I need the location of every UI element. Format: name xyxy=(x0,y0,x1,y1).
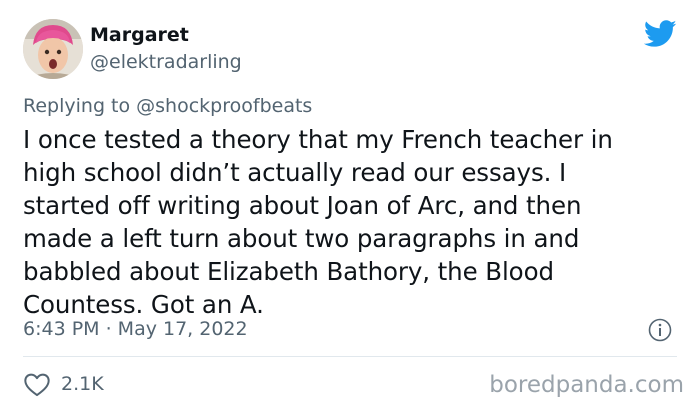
like-button[interactable]: 2.1K xyxy=(23,371,104,397)
author-name[interactable]: Margaret xyxy=(90,24,189,46)
tweet-text-line: I once tested a theory that my French te… xyxy=(23,125,613,154)
tweet-timestamp[interactable]: 6:43 PM · May 17, 2022 xyxy=(23,318,248,340)
avatar[interactable] xyxy=(23,19,83,79)
tweet-text-line: started off writing about Joan of Arc, a… xyxy=(23,191,582,220)
tweet-text-line: babbled about Elizabeth Bathory, the Blo… xyxy=(23,257,554,286)
tweet-text: I once tested a theory that my French te… xyxy=(23,123,673,321)
reply-context: Replying to @shockproofbeats xyxy=(23,95,312,117)
divider xyxy=(23,356,677,357)
like-count: 2.1K xyxy=(61,373,104,395)
twitter-bird-icon[interactable] xyxy=(644,20,677,48)
tweet-text-line: high school didn’t actually read our ess… xyxy=(23,158,567,187)
reply-mention-link[interactable]: @shockproofbeats xyxy=(136,95,312,117)
tweet-text-line: Countess. Got an A. xyxy=(23,290,264,319)
heart-icon xyxy=(24,373,50,397)
info-icon[interactable] xyxy=(648,318,672,342)
avatar-image xyxy=(23,19,83,79)
author-handle[interactable]: @elektradarling xyxy=(90,51,242,73)
tweet-card: Margaret @elektradarling Replying to @sh… xyxy=(0,0,700,410)
tweet-text-line: made a left turn about two paragraphs in… xyxy=(23,224,580,253)
watermark: boredpanda.com xyxy=(489,372,684,398)
reply-prefix: Replying to xyxy=(23,95,137,117)
